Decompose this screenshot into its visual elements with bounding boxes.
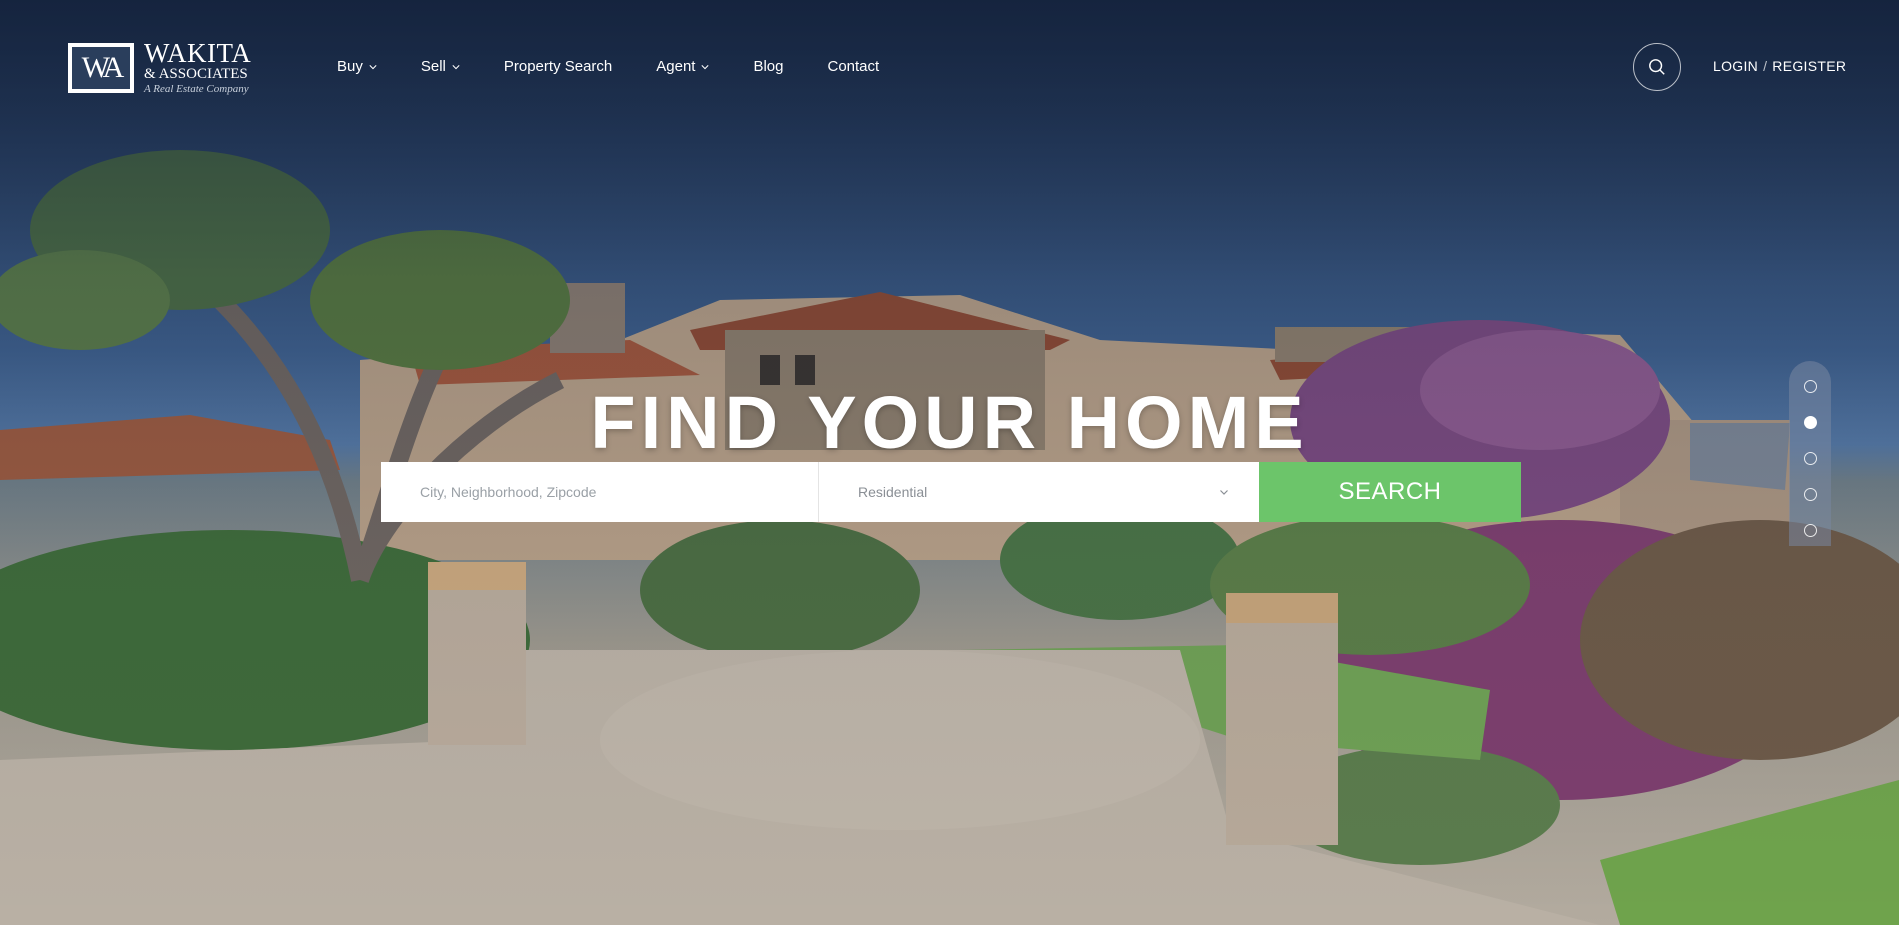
logo-mark: WA xyxy=(68,42,134,93)
nav-item-label: Property Search xyxy=(503,58,613,75)
nav-item-sell[interactable]: Sell xyxy=(421,58,460,75)
auth-separator: / xyxy=(1763,58,1768,74)
nav-item-label: Blog xyxy=(753,58,784,75)
nav-item-label: Contact xyxy=(827,58,880,75)
chevron-down-icon xyxy=(701,64,710,69)
nav-item-label: Buy xyxy=(337,58,363,75)
slider-dot[interactable] xyxy=(1803,380,1817,393)
login-link[interactable]: LOGIN xyxy=(1713,58,1758,74)
brand-sub: & ASSOCIATES xyxy=(144,66,248,82)
slider-pagination xyxy=(1789,361,1831,546)
nav-item-label: Agent xyxy=(656,58,696,75)
header-search-button[interactable] xyxy=(1633,43,1681,91)
auth-links: LOGIN / REGISTER xyxy=(1713,58,1846,74)
property-type-value: Residential xyxy=(858,484,928,500)
nav-item-blog[interactable]: Blog xyxy=(753,58,783,75)
slider-dot[interactable] xyxy=(1803,524,1817,537)
chevron-down-icon xyxy=(452,64,460,69)
chevron-down-icon xyxy=(369,64,377,69)
search-button[interactable]: SEARCH xyxy=(1259,462,1521,522)
slider-dot-active[interactable] xyxy=(1803,416,1817,429)
nav-item-agent[interactable]: Agent xyxy=(656,58,710,75)
property-type-select[interactable]: Residential xyxy=(819,462,1259,522)
logo-monogram: WA xyxy=(72,46,130,89)
main-nav: Buy Sell Property Search Agent Blog Cont… xyxy=(337,58,923,75)
brand-tagline: A Real Estate Company xyxy=(144,83,249,95)
nav-item-label: Sell xyxy=(420,58,446,75)
nav-item-property-search[interactable]: Property Search xyxy=(504,58,612,75)
logo-text: WAKITA & ASSOCIATES A Real Estate Compan… xyxy=(144,40,251,95)
slider-dot[interactable] xyxy=(1803,452,1817,465)
location-search-input[interactable] xyxy=(381,462,819,522)
brand-logo[interactable]: WA WAKITA & ASSOCIATES A Real Estate Com… xyxy=(68,40,251,95)
slider-dot[interactable] xyxy=(1803,488,1817,501)
hero-title: FIND YOUR HOME xyxy=(590,381,1309,464)
register-link[interactable]: REGISTER xyxy=(1772,58,1846,74)
chevron-down-icon xyxy=(1220,490,1228,495)
search-icon xyxy=(1649,59,1665,75)
nav-item-buy[interactable]: Buy xyxy=(337,58,377,75)
brand-name: WAKITA xyxy=(144,38,252,68)
property-search-bar: Residential SEARCH xyxy=(381,462,1521,522)
nav-item-contact[interactable]: Contact xyxy=(828,58,880,75)
